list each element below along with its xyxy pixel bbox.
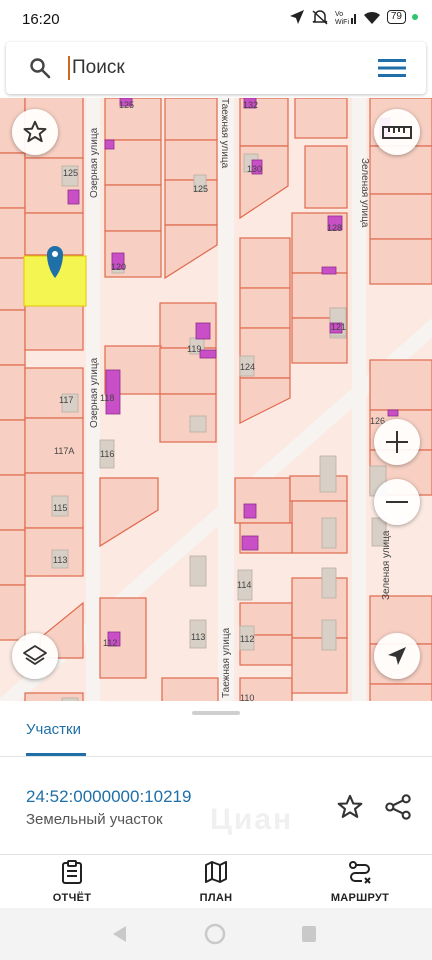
ruler-button[interactable] xyxy=(374,109,420,155)
svg-text:WiFi: WiFi xyxy=(335,19,349,25)
house-number: 110 xyxy=(240,693,254,701)
divider xyxy=(0,756,432,757)
menu-icon[interactable] xyxy=(378,56,406,80)
do-not-disturb-icon xyxy=(312,10,328,25)
report-button[interactable]: ОТЧЁТ xyxy=(22,860,122,904)
battery-icon: 79 xyxy=(386,10,406,24)
tab-parcels[interactable]: Участки xyxy=(26,721,81,738)
house-number: 112 xyxy=(103,638,117,648)
zoom-out-button[interactable] xyxy=(374,479,420,525)
star-icon xyxy=(23,120,47,143)
parcel-type: Земельный участок xyxy=(26,811,163,828)
wifi-icon xyxy=(363,11,380,24)
search-icon[interactable] xyxy=(28,56,52,80)
house-number: 121 xyxy=(331,322,346,332)
search-input[interactable] xyxy=(72,54,322,82)
status-time: 16:20 xyxy=(22,11,60,28)
house-number: 116 xyxy=(100,449,114,459)
ruler-icon xyxy=(382,126,412,139)
house-number: 125 xyxy=(119,100,134,110)
text-cursor xyxy=(68,56,70,80)
notification-dot-icon xyxy=(412,14,418,20)
street-label: Таежная улица xyxy=(219,98,230,169)
route-label: МАРШРУТ xyxy=(330,892,390,904)
report-label: ОТЧЁТ xyxy=(52,892,92,904)
plan-label: ПЛАН xyxy=(199,892,233,904)
svg-text:Vo: Vo xyxy=(335,11,343,18)
street-label: Озерная улица xyxy=(89,127,100,198)
recents-icon[interactable] xyxy=(300,924,318,944)
zoom-in-icon xyxy=(386,431,408,453)
house-number: 112 xyxy=(240,634,254,644)
favorite-map-button[interactable] xyxy=(12,109,58,155)
route-icon xyxy=(349,861,371,884)
system-nav-bar xyxy=(0,908,432,960)
house-number: 128 xyxy=(327,223,342,233)
house-number: 113 xyxy=(53,555,67,565)
house-number: 118 xyxy=(100,393,114,403)
zoom-out-icon xyxy=(386,501,408,503)
house-number: 113 xyxy=(191,632,205,642)
house-number: 119 xyxy=(187,344,201,354)
house-number: 132 xyxy=(243,100,258,110)
zoom-in-button[interactable] xyxy=(374,419,420,465)
street-label: Озерная улица xyxy=(89,357,100,428)
street-label: Зеленая улица xyxy=(381,530,392,600)
my-location-button[interactable] xyxy=(374,633,420,679)
favorite-star-icon[interactable] xyxy=(336,793,364,821)
parcel-cadastral-number[interactable]: 24:52:0000000:10219 xyxy=(26,787,191,807)
street-label: Зеленая улица xyxy=(359,158,370,228)
house-number: 114 xyxy=(237,580,251,590)
route-button[interactable]: МАРШРУТ xyxy=(310,860,410,904)
house-number: 124 xyxy=(240,362,255,372)
status-bar: 16:20 Vo WiFi 79 xyxy=(0,0,432,38)
sheet-drag-handle[interactable] xyxy=(192,711,240,715)
divider xyxy=(0,854,432,855)
home-icon[interactable] xyxy=(203,922,227,946)
plan-button[interactable]: ПЛАН xyxy=(166,860,266,904)
house-number: 125 xyxy=(193,184,208,194)
house-number: 117 xyxy=(59,395,73,405)
action-bar: ОТЧЁТ ПЛАН МАРШРУТ xyxy=(0,856,432,908)
cadastral-map[interactable]: 125 125 125 132 130 128 121 120 119 124 … xyxy=(0,98,432,701)
search-bar xyxy=(6,42,426,94)
house-number: 117А xyxy=(54,446,74,456)
vowifi-icon: VoWiFi xyxy=(335,11,356,25)
back-icon[interactable] xyxy=(110,924,128,944)
street-label: Таежная улица xyxy=(221,627,232,698)
house-number: 130 xyxy=(247,164,262,174)
status-icons: Vo WiFi 79 xyxy=(289,9,418,25)
house-number: 120 xyxy=(111,262,126,272)
house-number: 125 xyxy=(63,168,78,178)
location-arrow-icon xyxy=(289,10,304,24)
layers-button[interactable] xyxy=(12,633,58,679)
house-number: 115 xyxy=(53,503,67,513)
share-icon[interactable] xyxy=(384,793,412,821)
watermark: Циан xyxy=(210,803,294,836)
navigation-arrow-icon xyxy=(388,647,406,665)
map-icon xyxy=(205,861,227,883)
map-view[interactable]: 125 125 125 132 130 128 121 120 119 124 … xyxy=(0,98,432,701)
clipboard-icon xyxy=(62,860,82,884)
layers-icon xyxy=(23,645,47,665)
